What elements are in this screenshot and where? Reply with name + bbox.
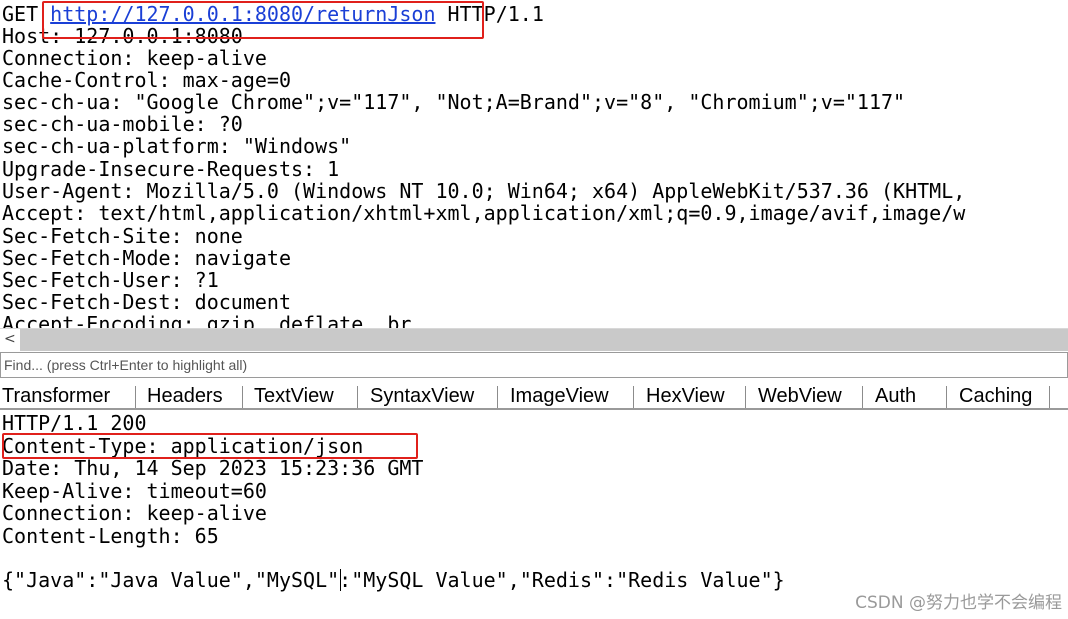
tab-divider	[745, 386, 746, 408]
tab-webview[interactable]: WebView	[758, 382, 842, 408]
response-status-line: HTTP/1.1 200	[2, 411, 147, 435]
request-header-line: Cache-Control: max-age=0	[2, 68, 291, 92]
tab-divider	[497, 386, 498, 408]
response-header-line: Content-Length: 65	[2, 524, 219, 548]
request-header-line: Accept: text/html,application/xhtml+xml,…	[2, 201, 966, 225]
tab-divider	[357, 386, 358, 408]
response-header-line: Keep-Alive: timeout=60	[2, 479, 267, 503]
horizontal-scrollbar[interactable]: <	[0, 328, 1068, 351]
tab-headers[interactable]: Headers	[147, 382, 223, 408]
find-bar	[0, 352, 1068, 378]
csdn-watermark: CSDN @努力也学不会编程	[855, 593, 1062, 613]
request-url-link[interactable]: http://127.0.0.1:8080/returnJson	[50, 2, 435, 26]
request-protocol: HTTP/1.1	[447, 2, 544, 26]
tab-hexview[interactable]: HexView	[646, 382, 725, 408]
request-header-line: Accept-Encoding: gzip, deflate, br	[2, 312, 412, 328]
scrollbar-thumb[interactable]	[20, 329, 1068, 351]
tab-auth[interactable]: Auth	[875, 382, 916, 408]
tab-divider	[633, 386, 634, 408]
tab-textview[interactable]: TextView	[254, 382, 334, 408]
request-header-line: Sec-Fetch-Mode: navigate	[2, 246, 291, 270]
request-header-line: Host: 127.0.0.1:8080	[2, 24, 243, 48]
tab-caching[interactable]: Caching	[959, 382, 1032, 408]
tab-divider	[242, 386, 243, 408]
request-header-line: Connection: keep-alive	[2, 46, 267, 70]
response-header-line: Date: Thu, 14 Sep 2023 15:23:36 GMT	[2, 456, 424, 480]
tab-divider	[946, 386, 947, 408]
request-header-line: Sec-Fetch-Site: none	[2, 224, 243, 248]
response-body: {"Java":"Java Value","MySQL":"MySQL Valu…	[2, 568, 785, 592]
request-header-line: Sec-Fetch-User: ?1	[2, 268, 219, 292]
response-header-line: Connection: keep-alive	[2, 501, 267, 525]
scroll-left-arrow-icon[interactable]: <	[4, 331, 16, 347]
text-cursor	[340, 569, 341, 591]
tab-syntaxview[interactable]: SyntaxView	[370, 382, 474, 408]
tab-divider	[135, 386, 136, 408]
request-raw-view[interactable]: GET http://127.0.0.1:8080/returnJson HTT…	[0, 0, 1068, 328]
tab-imageview[interactable]: ImageView	[510, 382, 609, 408]
request-line: GET http://127.0.0.1:8080/returnJson HTT…	[2, 3, 544, 25]
response-tabs: Transformer Headers TextView SyntaxView …	[0, 382, 1068, 410]
request-header-line: User-Agent: Mozilla/5.0 (Windows NT 10.0…	[2, 179, 966, 203]
tab-divider	[1049, 386, 1050, 408]
request-header-line: Sec-Fetch-Dest: document	[2, 290, 291, 314]
tab-divider	[862, 386, 863, 408]
request-header-line: Upgrade-Insecure-Requests: 1	[2, 157, 340, 181]
screen-artifact	[892, 290, 926, 326]
request-header-line: sec-ch-ua: "Google Chrome";v="117", "Not…	[2, 90, 906, 114]
request-method: GET	[2, 2, 39, 26]
screen-artifact	[780, 476, 808, 484]
response-header-line: Content-Type: application/json	[2, 434, 364, 458]
find-input[interactable]	[4, 353, 1054, 377]
request-header-line: sec-ch-ua-mobile: ?0	[2, 112, 243, 136]
tab-transformer[interactable]: Transformer	[2, 382, 110, 408]
request-header-line: sec-ch-ua-platform: "Windows"	[2, 134, 352, 158]
